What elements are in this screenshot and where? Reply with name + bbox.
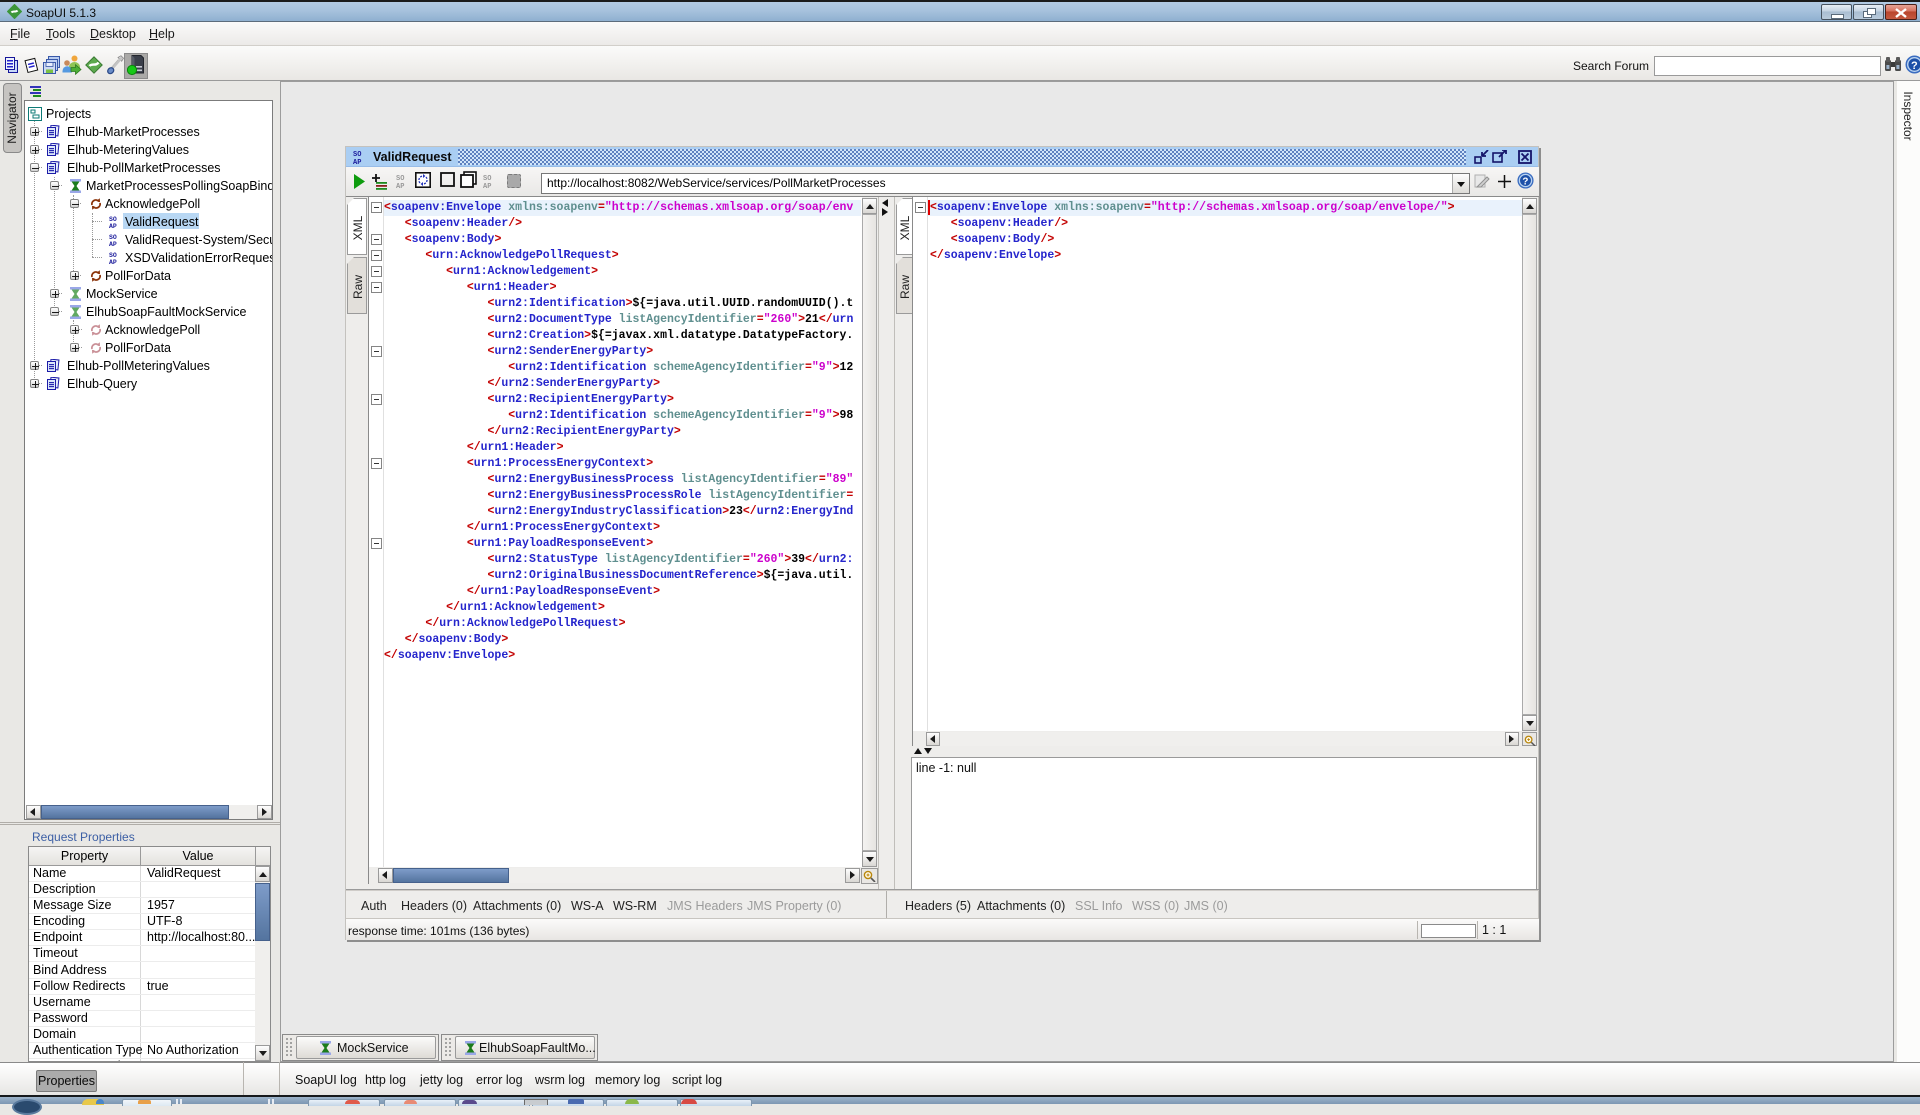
svg-text:AP: AP (483, 183, 491, 189)
svg-text:SO: SO (353, 151, 361, 159)
svg-text:AP: AP (109, 259, 117, 265)
svg-text:?: ? (1522, 177, 1528, 188)
svg-text:AP: AP (353, 159, 361, 165)
svg-text:AP: AP (396, 183, 404, 189)
svg-text:SO: SO (109, 234, 117, 241)
svg-text:AP: AP (109, 241, 117, 247)
svg-text:SO: SO (109, 216, 117, 223)
svg-text:SO: SO (396, 175, 404, 183)
svg-text:SO: SO (109, 252, 117, 259)
svg-text:AP: AP (109, 223, 117, 229)
svg-text:SO: SO (483, 175, 491, 183)
svg-text:?: ? (1911, 60, 1918, 72)
